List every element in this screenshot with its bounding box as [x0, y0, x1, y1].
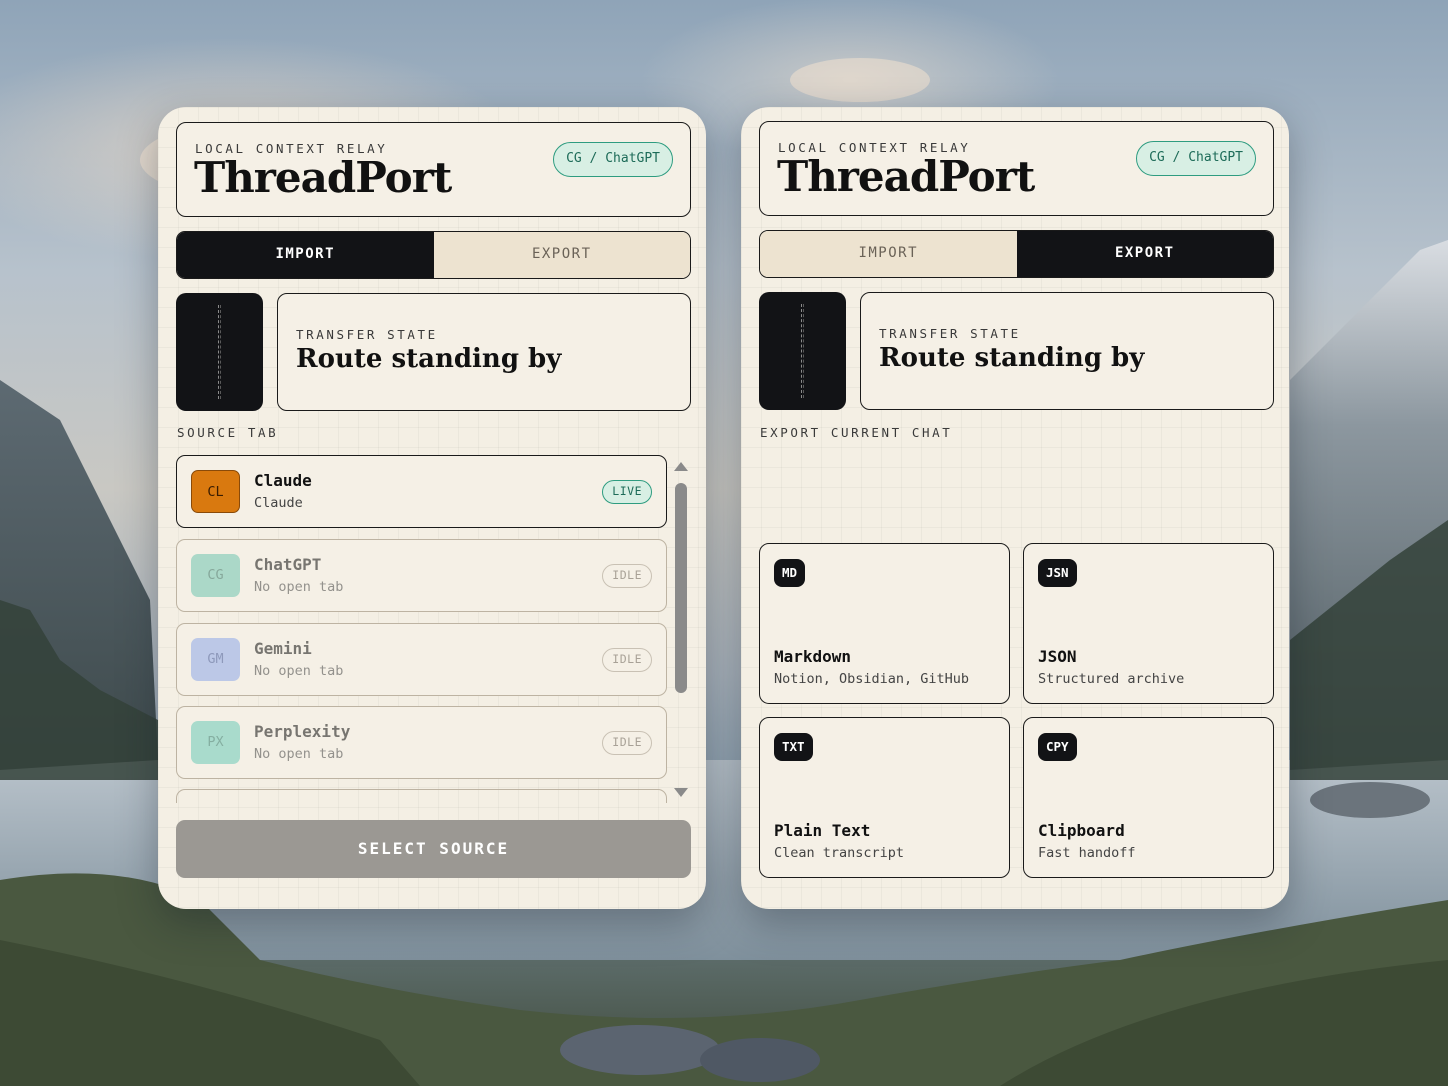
source-item-gemini[interactable]: GM Gemini No open tab IDLE — [176, 623, 667, 696]
format-card-json[interactable]: JSN JSON Structured archive — [1023, 543, 1274, 704]
format-subtitle: Clean transcript — [774, 845, 905, 861]
brand-title: ThreadPort — [777, 152, 1035, 201]
source-subtitle: No open tab — [254, 663, 344, 679]
source-item-perplexity[interactable]: PX Perplexity No open tab IDLE — [176, 706, 667, 779]
format-title: Clipboard — [1038, 821, 1125, 840]
transfer-state-card: TRANSFER STATE Route standing by — [277, 293, 691, 411]
transfer-state-title: Route standing by — [879, 343, 1145, 373]
connection-pill[interactable]: CG / ChatGPT — [553, 142, 673, 177]
source-item-claude[interactable]: CL Claude Claude LIVE — [176, 455, 667, 528]
format-card-markdown[interactable]: MD Markdown Notion, Obsidian, GitHub — [759, 543, 1010, 704]
connection-pill[interactable]: CG / ChatGPT — [1136, 141, 1256, 176]
format-title: Plain Text — [774, 821, 871, 840]
transfer-state-title: Route standing by — [296, 344, 562, 374]
clipboard-badge-icon: CPY — [1038, 733, 1077, 761]
tab-import[interactable]: IMPORT — [177, 232, 434, 278]
scrollbar-thumb[interactable] — [675, 483, 687, 693]
export-current-chat-label: EXPORT CURRENT CHAT — [760, 425, 953, 440]
status-badge-idle: IDLE — [602, 731, 652, 755]
source-tab-label: SOURCE TAB — [177, 425, 279, 440]
status-badge-idle: IDLE — [602, 648, 652, 672]
source-name: Claude — [254, 471, 312, 490]
format-subtitle: Fast handoff — [1038, 845, 1136, 861]
header-card: LOCAL CONTEXT RELAY ThreadPort CG / Chat… — [176, 122, 691, 217]
markdown-badge-icon: MD — [774, 559, 806, 587]
text-badge-icon: TXT — [774, 733, 813, 761]
source-subtitle: Claude — [254, 495, 303, 511]
format-subtitle: Notion, Obsidian, GitHub — [774, 671, 970, 687]
mode-tabs: IMPORT EXPORT — [176, 231, 691, 279]
brand-title: ThreadPort — [194, 153, 452, 202]
transfer-state-label: TRANSFER STATE — [296, 327, 438, 342]
format-title: Markdown — [774, 647, 852, 666]
transfer-slot-graphic — [759, 292, 846, 410]
export-panel: LOCAL CONTEXT RELAY ThreadPort CG / Chat… — [741, 107, 1289, 909]
status-badge-live: LIVE — [602, 480, 652, 504]
transfer-slot-graphic — [176, 293, 263, 411]
source-name: Gemini — [254, 639, 312, 658]
gemini-avatar-icon: GM — [191, 638, 240, 681]
slot-dashed-line — [801, 304, 804, 398]
tab-export[interactable]: EXPORT — [433, 232, 690, 278]
import-panel: LOCAL CONTEXT RELAY ThreadPort CG / Chat… — [158, 107, 706, 909]
header-card: LOCAL CONTEXT RELAY ThreadPort CG / Chat… — [759, 121, 1274, 216]
list-item-clipped — [176, 789, 667, 803]
source-item-chatgpt[interactable]: CG ChatGPT No open tab IDLE — [176, 539, 667, 612]
tab-import[interactable]: IMPORT — [760, 231, 1017, 277]
mode-tabs: IMPORT EXPORT — [759, 230, 1274, 278]
format-card-plain-text[interactable]: TXT Plain Text Clean transcript — [759, 717, 1010, 878]
claude-avatar-icon: CL — [191, 470, 240, 513]
scroll-up-arrow-icon[interactable] — [672, 459, 690, 473]
source-subtitle: No open tab — [254, 746, 344, 762]
source-subtitle: No open tab — [254, 579, 344, 595]
tab-export[interactable]: EXPORT — [1016, 231, 1273, 277]
scroll-down-arrow-icon[interactable] — [672, 785, 690, 799]
transfer-state-label: TRANSFER STATE — [879, 326, 1021, 341]
perplexity-avatar-icon: PX — [191, 721, 240, 764]
format-card-clipboard[interactable]: CPY Clipboard Fast handoff — [1023, 717, 1274, 878]
format-title: JSON — [1038, 647, 1077, 666]
json-badge-icon: JSN — [1038, 559, 1077, 587]
source-name: Perplexity — [254, 722, 351, 741]
select-source-button[interactable]: SELECT SOURCE — [176, 820, 691, 878]
slot-dashed-line — [218, 305, 221, 399]
status-badge-idle: IDLE — [602, 564, 652, 588]
format-subtitle: Structured archive — [1038, 671, 1185, 687]
source-name: ChatGPT — [254, 555, 322, 574]
transfer-state-card: TRANSFER STATE Route standing by — [860, 292, 1274, 410]
chatgpt-avatar-icon: CG — [191, 554, 240, 597]
